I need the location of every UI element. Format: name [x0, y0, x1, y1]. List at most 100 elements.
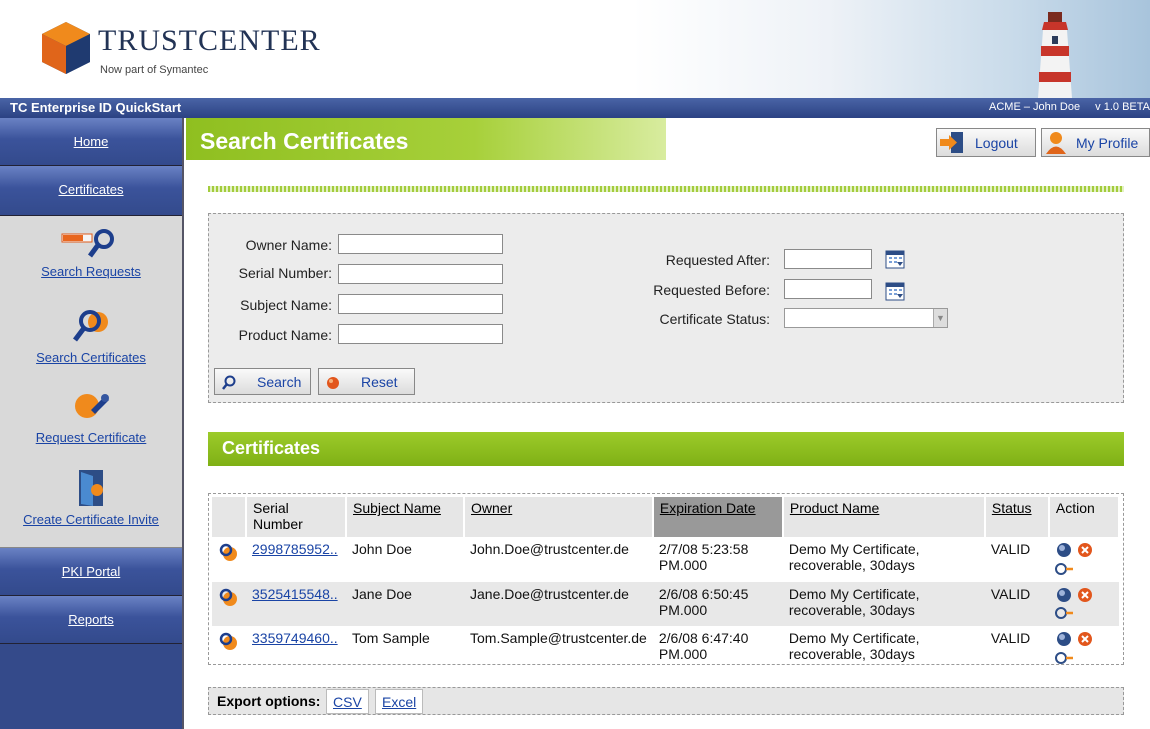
- owner-cell: John.Doe@trustcenter.de: [470, 541, 629, 557]
- brand-header: TRUSTCENTER Now part of Symantec: [0, 0, 1150, 98]
- subject-name-cell: Tom Sample: [352, 630, 430, 647]
- action-cell: [1048, 581, 1119, 627]
- certificates-table: Serial Number Subject Name Owner Expirat…: [212, 497, 1121, 671]
- action-cell: [1049, 626, 1119, 671]
- expiration-cell: 2/6/08 6:47:40 PM.000: [658, 630, 749, 663]
- expiration-cell: 2/7/08 5:23:58 PM.000: [658, 541, 749, 573]
- table-row: 3525415548.. Jane Doe Jane.Doe@trustcent…: [212, 581, 1119, 627]
- calendar-icon[interactable]: [885, 281, 905, 301]
- owner-cell: Jane.Doe@trustcenter.de: [464, 581, 653, 627]
- export-excel-link[interactable]: Excel: [375, 689, 424, 714]
- view-icon[interactable]: [1055, 586, 1073, 604]
- requested-before-input[interactable]: [784, 279, 872, 299]
- product-cell: Demo My Certificate, recoverable, 30days: [788, 630, 920, 663]
- revoke-icon[interactable]: [1076, 586, 1094, 604]
- requested-before-label: Requested Before:: [653, 282, 770, 298]
- chevron-down-icon: ▼: [933, 309, 947, 327]
- requested-after-input[interactable]: [784, 249, 872, 269]
- sidebar-item-search-requests[interactable]: Search Requests: [0, 228, 182, 308]
- revoke-icon[interactable]: [1076, 541, 1094, 559]
- section-divider: [208, 186, 1124, 192]
- lighthouse-image: [1038, 12, 1072, 98]
- page-header: Search Certificates: [186, 118, 666, 160]
- search-icon: [222, 375, 236, 390]
- certificate-invite-icon: [79, 470, 103, 506]
- status-cell: VALID: [990, 541, 1031, 557]
- column-product-name[interactable]: Product Name: [782, 497, 986, 537]
- owner-cell: Tom.Sample@trustcenter.de: [470, 630, 647, 647]
- serial-number-link[interactable]: 3359749460..: [252, 630, 338, 646]
- column-serial-number[interactable]: Serial Number: [246, 497, 347, 537]
- product-name-label: Product Name:: [238, 327, 332, 343]
- view-icon[interactable]: [1055, 541, 1073, 559]
- subject-name-label: Subject Name:: [240, 297, 332, 313]
- logout-icon: [940, 132, 963, 153]
- certificates-table-container: Serial Number Subject Name Owner Expirat…: [208, 493, 1124, 665]
- logo-wordmark: TRUSTCENTER: [98, 24, 321, 57]
- trustcenter-logo-icon: [42, 22, 90, 74]
- sidebar: Home Certificates Search Requests Search…: [0, 118, 184, 729]
- certificate-type-icon: [212, 537, 246, 582]
- column-icon-header: [212, 497, 247, 537]
- logo-tagline: Now part of Symantec: [100, 64, 209, 76]
- certificate-status-label: Certificate Status:: [659, 311, 771, 327]
- calendar-icon[interactable]: [885, 249, 905, 269]
- certificate-icon: [219, 632, 237, 651]
- revoke-icon[interactable]: [1076, 630, 1094, 648]
- key-icon[interactable]: [1054, 560, 1075, 578]
- product-cell: Demo My Certificate, recoverable, 30days: [782, 581, 985, 627]
- view-icon[interactable]: [1055, 630, 1073, 648]
- serial-number-link[interactable]: 3525415548..: [252, 586, 338, 602]
- status-cell: VALID: [990, 630, 1031, 647]
- search-requests-icon: [61, 229, 114, 258]
- search-certificates-icon: [73, 310, 108, 342]
- export-csv-link[interactable]: CSV: [326, 689, 369, 714]
- export-options-label: Export options:: [217, 693, 321, 709]
- user-info: ACME – John Doe v 1.0 BETA: [977, 101, 1150, 113]
- certificate-type-icon: [212, 581, 246, 627]
- column-owner[interactable]: Owner: [464, 497, 654, 537]
- sidebar-item-request-certificate[interactable]: Request Certificate: [0, 388, 182, 468]
- sidebar-item-certificates[interactable]: Certificates: [0, 166, 182, 216]
- table-header-row: Serial Number Subject Name Owner Expirat…: [212, 497, 1121, 537]
- sidebar-item-pki-portal[interactable]: PKI Portal: [0, 548, 182, 596]
- table-row: 2998785952.. John Doe John.Doe@trustcent…: [212, 537, 1119, 582]
- certificates-section-header: Certificates: [208, 432, 1124, 466]
- table-row: 3359749460.. Tom Sample Tom.Sample@trust…: [212, 626, 1119, 671]
- key-icon[interactable]: [1054, 604, 1075, 622]
- sidebar-item-home[interactable]: Home: [0, 118, 182, 166]
- subject-name-input[interactable]: [338, 294, 503, 314]
- column-expiration-date[interactable]: Expiration Date: [652, 497, 784, 537]
- column-status[interactable]: Status: [984, 497, 1050, 537]
- certificates-submenu: Search Requests Search Certificates Requ…: [0, 216, 182, 548]
- page-title: Search Certificates: [200, 128, 409, 154]
- owner-name-input[interactable]: [338, 234, 503, 254]
- expiration-cell: 2/6/08 6:50:45 PM.000: [652, 581, 783, 627]
- serial-number-label: Serial Number:: [238, 265, 332, 281]
- user-profile-icon: [1046, 132, 1066, 154]
- key-icon[interactable]: [1054, 649, 1075, 667]
- product-cell: Demo My Certificate, recoverable, 30days: [788, 541, 920, 573]
- subject-name-cell: John Doe: [352, 541, 412, 557]
- column-subject-name[interactable]: Subject Name: [346, 497, 465, 537]
- owner-name-label: Owner Name:: [245, 237, 332, 253]
- serial-number-input[interactable]: [338, 264, 503, 284]
- sidebar-item-search-certificates[interactable]: Search Certificates: [0, 308, 182, 388]
- sidebar-item-create-certificate-invite[interactable]: Create Certificate Invite: [0, 468, 182, 548]
- reset-button[interactable]: Reset: [318, 368, 415, 395]
- status-cell: VALID: [984, 581, 1049, 627]
- serial-number-link[interactable]: 2998785952..: [252, 541, 338, 557]
- certificate-icon: [219, 543, 237, 561]
- request-certificate-icon: [75, 394, 109, 418]
- action-cell: [1049, 537, 1119, 582]
- certificate-status-select[interactable]: ▼: [784, 308, 948, 328]
- reset-icon: [327, 377, 339, 389]
- logout-button[interactable]: Logout: [936, 128, 1036, 157]
- my-profile-button[interactable]: My Profile: [1041, 128, 1150, 157]
- sidebar-item-reports[interactable]: Reports: [0, 596, 182, 644]
- certificate-type-icon: [212, 626, 246, 671]
- search-button[interactable]: Search: [214, 368, 311, 395]
- title-bar: TC Enterprise ID QuickStart ACME – John …: [0, 98, 1150, 118]
- product-name-input[interactable]: [338, 324, 503, 344]
- requested-after-label: Requested After:: [665, 252, 770, 268]
